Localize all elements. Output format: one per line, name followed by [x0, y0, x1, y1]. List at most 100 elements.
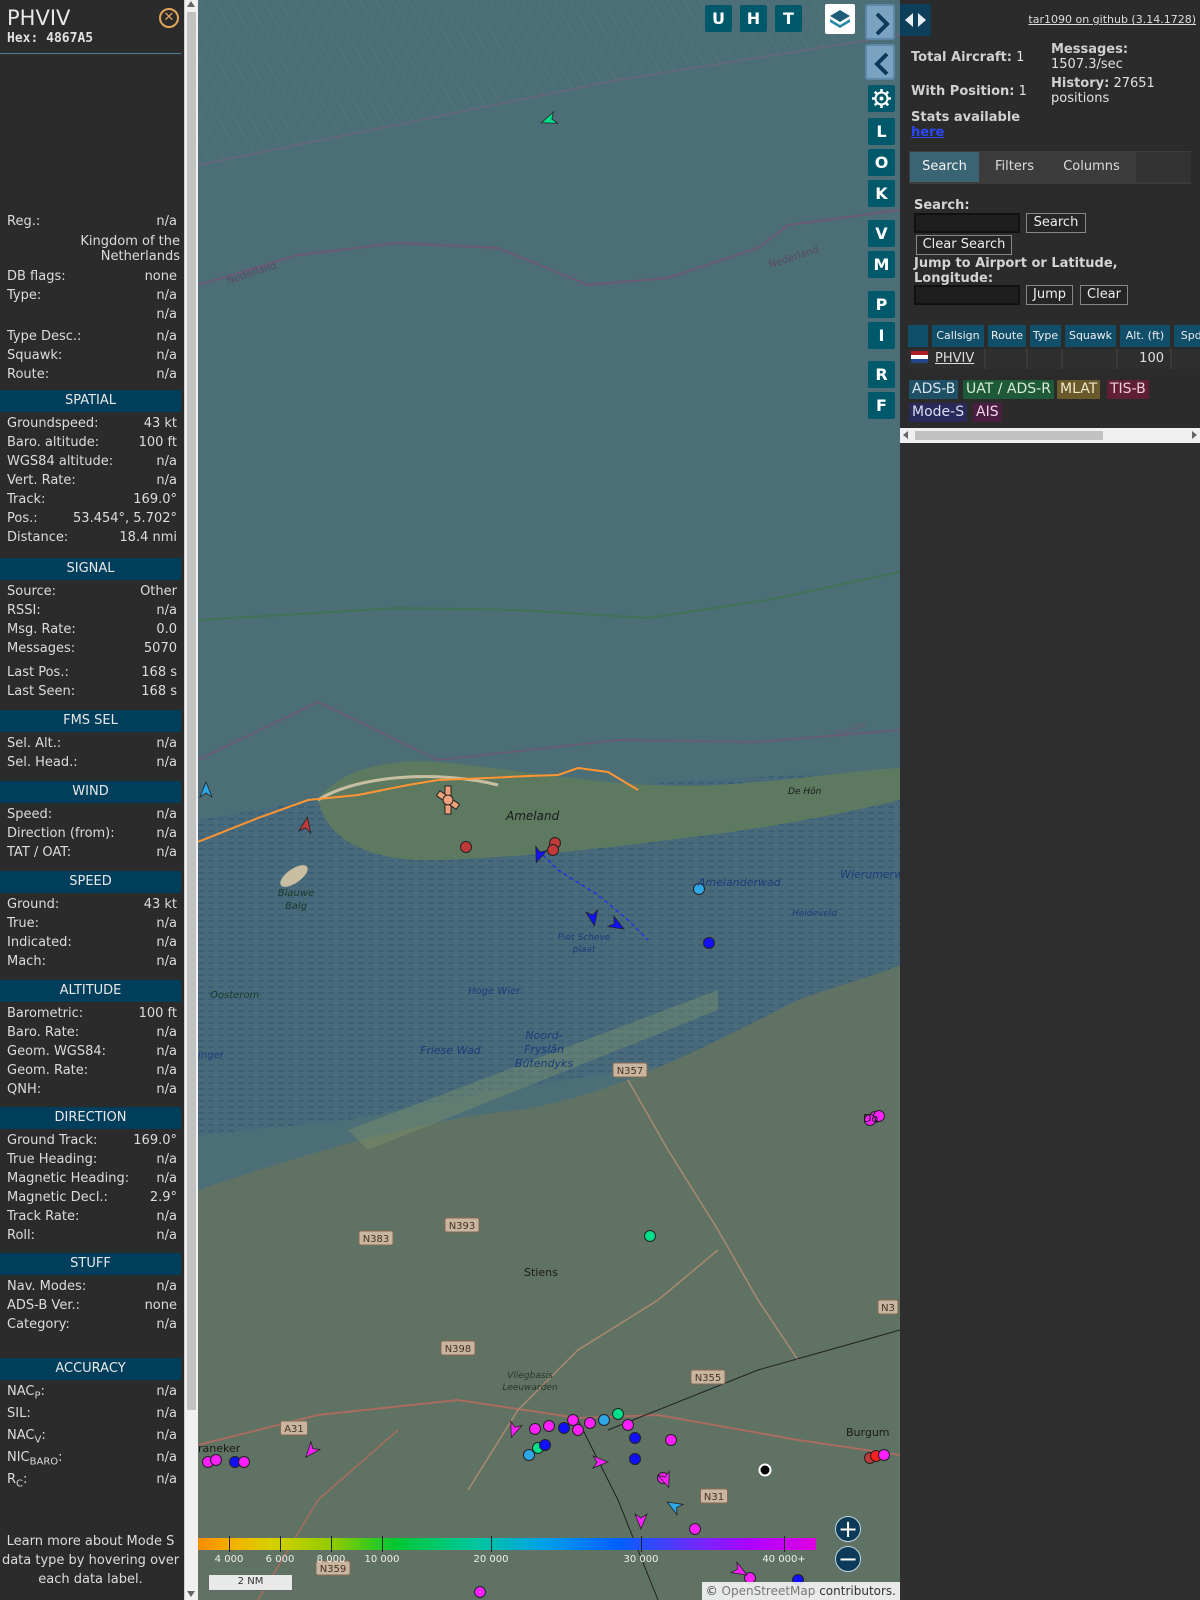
aircraft-marker[interactable]: [878, 1449, 890, 1461]
info-row-label[interactable]: Type Desc.:: [7, 329, 81, 344]
info-row-label[interactable]: Distance:: [7, 530, 68, 545]
tab-filters[interactable]: Filters: [982, 152, 1047, 182]
zoom-out-button[interactable]: −: [835, 1546, 861, 1572]
scrollbar-thumb[interactable]: [187, 12, 196, 1410]
scroll-right-arrow-icon[interactable]: [1192, 431, 1197, 439]
stats-here-link[interactable]: here: [911, 125, 944, 140]
aircraft-marker[interactable]: [703, 937, 715, 949]
aircraft-marker[interactable]: [558, 1422, 570, 1434]
aircraft-marker[interactable]: [758, 1463, 772, 1477]
info-row-label[interactable]: Barometric:: [7, 1006, 83, 1021]
info-row-label[interactable]: Last Pos.:: [7, 665, 69, 680]
info-row-label[interactable]: Sel. Head.:: [7, 755, 78, 770]
info-row-label[interactable]: Baro. Rate:: [7, 1025, 79, 1040]
info-row-label[interactable]: SIL:: [7, 1406, 31, 1421]
source-badge-ais[interactable]: AIS: [973, 403, 1002, 422]
info-row-label[interactable]: Category:: [7, 1317, 70, 1332]
info-row-label[interactable]: Pos.:: [7, 511, 38, 526]
info-row-label[interactable]: Source:: [7, 584, 56, 599]
info-row-label[interactable]: Route:: [7, 367, 49, 382]
source-badge-uat-ads-r[interactable]: UAT / ADS-R: [963, 380, 1054, 399]
info-row-label[interactable]: RC:: [7, 1472, 27, 1490]
aircraft-marker[interactable]: [474, 1586, 486, 1598]
map-canvas[interactable]: AmelandNederlandNederlandFryslânDe HônAm…: [198, 0, 900, 1600]
map-button-r[interactable]: R: [868, 361, 895, 388]
search-input[interactable]: [914, 213, 1020, 233]
map-button-o[interactable]: O: [868, 149, 895, 176]
zoom-in-button[interactable]: +: [835, 1516, 861, 1542]
aircraft-marker[interactable]: [572, 1424, 584, 1436]
aircraft-marker[interactable]: [665, 1434, 677, 1446]
info-row-label[interactable]: Ground Track:: [7, 1133, 97, 1148]
info-row-label[interactable]: Mach:: [7, 954, 46, 969]
toggle-h-button[interactable]: H: [740, 5, 767, 32]
aircraft-marker[interactable]: [539, 1439, 551, 1451]
info-row-label[interactable]: Magnetic Decl.:: [7, 1190, 108, 1205]
scroll-up-arrow-icon[interactable]: [187, 1, 195, 7]
map-button-m[interactable]: M: [868, 251, 895, 278]
info-row-label[interactable]: Geom. WGS84:: [7, 1044, 106, 1059]
source-badge-mode-s[interactable]: Mode-S: [909, 403, 968, 422]
aircraft-marker[interactable]: [612, 1408, 624, 1420]
info-row-label[interactable]: RSSI:: [7, 603, 41, 618]
info-row-label[interactable]: QNH:: [7, 1082, 41, 1097]
info-row-label[interactable]: NACP:: [7, 1384, 45, 1402]
info-row-label[interactable]: Indicated:: [7, 935, 72, 950]
column-flag[interactable]: [908, 325, 930, 347]
jump-button[interactable]: Jump: [1026, 285, 1073, 305]
aircraft-marker[interactable]: [460, 841, 472, 853]
aircraft-marker[interactable]: [644, 1230, 656, 1242]
aircraft-marker[interactable]: [523, 1449, 535, 1461]
map-button-v[interactable]: V: [868, 220, 895, 247]
info-row-label[interactable]: NICBARO:: [7, 1450, 63, 1468]
info-row-label[interactable]: Track:: [7, 492, 45, 507]
column-squawk[interactable]: Squawk: [1065, 325, 1118, 347]
info-row-label[interactable]: Groundspeed:: [7, 416, 98, 431]
source-badge-tis-b[interactable]: TIS-B: [1107, 380, 1149, 399]
aircraft-marker[interactable]: [238, 1456, 250, 1468]
info-row-label[interactable]: WGS84 altitude:: [7, 454, 113, 469]
layers-button[interactable]: [825, 4, 855, 34]
aircraft-marker[interactable]: [567, 1414, 579, 1426]
tab-columns[interactable]: Columns: [1050, 152, 1133, 182]
info-row-label[interactable]: NACV:: [7, 1428, 46, 1446]
settings-button[interactable]: [868, 85, 895, 112]
info-row-label[interactable]: Type:: [7, 288, 41, 303]
info-row-label[interactable]: Last Seen:: [7, 684, 75, 699]
close-icon[interactable]: ✕: [159, 8, 179, 28]
map-view[interactable]: Ameland Nederland Nederland Fryslân De Hôn Am…: [198, 0, 900, 1600]
info-row-label[interactable]: Geom. Rate:: [7, 1063, 88, 1078]
info-row-label[interactable]: TAT / OAT:: [7, 845, 71, 860]
map-button-k[interactable]: K: [868, 180, 895, 207]
clear-button[interactable]: Clear: [1080, 285, 1128, 305]
info-row-label[interactable]: Roll:: [7, 1228, 35, 1243]
aircraft-marker[interactable]: [543, 1420, 555, 1432]
toggle-t-button[interactable]: T: [775, 5, 802, 32]
info-row-label[interactable]: Reg.:: [7, 214, 40, 229]
collapse-panel-button[interactable]: [865, 44, 895, 80]
aircraft-marker[interactable]: [210, 1454, 222, 1466]
info-row-label[interactable]: DB flags:: [7, 269, 66, 284]
version-link[interactable]: tar1090 on github (3.14.1728): [1028, 13, 1196, 26]
aircraft-marker[interactable]: [529, 1423, 541, 1435]
toggle-sidebar-button[interactable]: [900, 4, 931, 36]
map-button-p[interactable]: P: [868, 291, 895, 318]
aircraft-marker[interactable]: [598, 1414, 610, 1426]
aircraft-marker[interactable]: [689, 1523, 701, 1535]
info-row-label[interactable]: Sel. Alt.:: [7, 736, 61, 751]
column-type[interactable]: Type: [1030, 325, 1063, 347]
attribution-osm-link[interactable]: OpenStreetMap: [722, 1584, 816, 1598]
info-row-label[interactable]: True Heading:: [7, 1152, 97, 1167]
info-row-label[interactable]: Nav. Modes:: [7, 1279, 86, 1294]
scroll-down-arrow-icon[interactable]: [187, 1591, 195, 1597]
clear-search-button[interactable]: Clear Search: [916, 235, 1012, 255]
info-row-label[interactable]: Squawk:: [7, 348, 62, 363]
jump-input[interactable]: [914, 285, 1020, 305]
source-badge-mlat[interactable]: MLAT: [1057, 380, 1101, 399]
info-row-label[interactable]: True:: [7, 916, 39, 931]
column-callsign[interactable]: Callsign: [932, 325, 986, 347]
info-row-label[interactable]: Msg. Rate:: [7, 622, 76, 637]
info-row-label[interactable]: Track Rate:: [7, 1209, 79, 1224]
info-row-label[interactable]: Baro. altitude:: [7, 435, 99, 450]
map-button-f[interactable]: F: [868, 392, 895, 419]
